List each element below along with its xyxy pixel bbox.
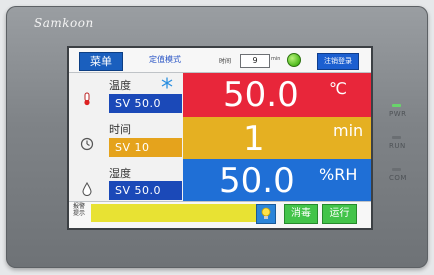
time-label: 时间 bbox=[219, 58, 232, 65]
humidity-pv-value: 50.0 bbox=[219, 161, 295, 201]
temperature-pv-panel: 50.0 ℃ bbox=[183, 73, 371, 117]
logout-button[interactable]: 注销登录 bbox=[317, 53, 359, 70]
clock-icon bbox=[80, 137, 94, 151]
brand-logo: Samkoon bbox=[34, 16, 94, 30]
temperature-label: 温度 bbox=[109, 79, 131, 92]
snowflake-icon bbox=[161, 77, 173, 89]
humidity-unit: %RH bbox=[319, 165, 358, 184]
mode-label: 定值模式 bbox=[149, 55, 181, 64]
temperature-pv-value: 50.0 bbox=[223, 75, 299, 115]
run-button[interactable]: 运行 bbox=[322, 204, 357, 224]
pwr-led-label: PWR bbox=[389, 110, 407, 118]
time-sv-input[interactable]: SV 10 bbox=[109, 138, 182, 157]
humidity-label: 湿度 bbox=[109, 167, 131, 180]
status-indicator-icon bbox=[287, 53, 301, 67]
run-led-icon bbox=[392, 136, 401, 139]
hmi-screen: 菜单 定值模式 时间 9 min 注销登录 温度 SV 50.0 50.0 ℃ … bbox=[69, 48, 371, 228]
menu-button[interactable]: 菜单 bbox=[79, 52, 123, 71]
time-pv-value: 1 bbox=[243, 119, 265, 159]
com-led-icon bbox=[392, 168, 401, 171]
pwr-led-icon bbox=[392, 104, 401, 107]
droplet-icon bbox=[82, 182, 92, 196]
time-input[interactable]: 9 bbox=[240, 54, 270, 68]
time-unit: min bbox=[333, 121, 364, 140]
time-row-label: 时间 bbox=[109, 123, 131, 136]
light-button[interactable] bbox=[256, 204, 276, 224]
time-pv-panel: 1 min bbox=[183, 117, 371, 161]
alarm-message-bar bbox=[91, 204, 256, 222]
run-led-label: RUN bbox=[389, 142, 406, 150]
temperature-sv-input[interactable]: SV 50.0 bbox=[109, 94, 182, 113]
thermometer-icon bbox=[84, 92, 90, 106]
com-led-label: COM bbox=[389, 174, 407, 182]
humidity-pv-panel: 50.0 %RH bbox=[183, 159, 371, 203]
bulb-icon bbox=[261, 207, 271, 219]
time-unit-label: min bbox=[271, 56, 281, 62]
disinfect-button[interactable]: 消毒 bbox=[284, 204, 318, 224]
humidity-sv-input[interactable]: SV 50.0 bbox=[109, 181, 182, 200]
temperature-unit: ℃ bbox=[329, 79, 347, 98]
alarm-label: 报警提示 bbox=[73, 203, 86, 217]
